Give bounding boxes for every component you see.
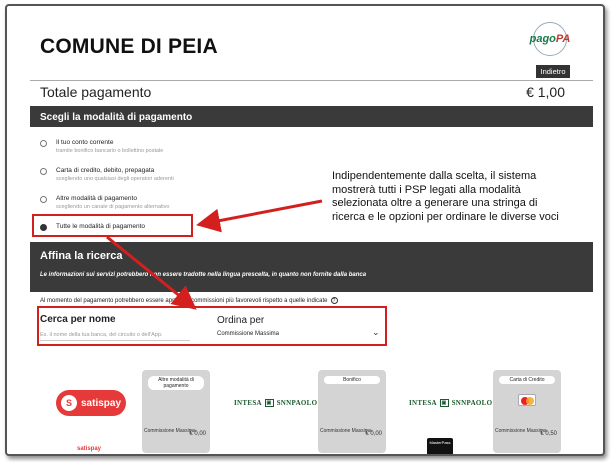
commission-notice: Al momento del pagamento potrebbero esse…	[40, 297, 338, 304]
satispay-icon: S	[61, 395, 77, 411]
refine-search-header: Affina la ricerca Le informazioni sui se…	[30, 242, 593, 292]
card-fee: € 0,50	[540, 431, 557, 437]
masterpass-logo: MasterPass	[427, 438, 453, 454]
divider	[30, 80, 593, 81]
payment-page: COMUNE DI PEIA pago PA Indietro Totale pa…	[30, 18, 593, 454]
card-fee: € 0,00	[365, 431, 382, 437]
card-title: Carta di Credito	[499, 376, 555, 384]
radio-button[interactable]	[40, 196, 47, 203]
total-label: Totale pagamento	[40, 84, 152, 100]
satispay-small-logo: satispay	[77, 446, 102, 452]
highlight-box-search	[37, 306, 387, 346]
logo-text-pa: PA	[555, 33, 571, 45]
pagopa-logo: pago PA	[529, 22, 571, 56]
option-label: Altre modalità di pagamento	[56, 195, 137, 202]
card-title: Bonifico	[324, 376, 380, 384]
card-commission: Commissione Massima	[144, 428, 196, 434]
card-title: Altre modalità di pagamento	[148, 376, 204, 390]
provider-card[interactable]: Carta di Credito Commissione Massima € 0…	[493, 370, 561, 453]
provider-card[interactable]: Altre modalità di pagamento Commissione …	[142, 370, 210, 453]
logo-text-pago: pago	[529, 33, 556, 45]
card-fee: € 0,00	[189, 431, 206, 437]
radio-button[interactable]	[40, 168, 47, 175]
screenshot-frame: COMUNE DI PEIA pago PA Indietro Totale pa…	[5, 4, 605, 456]
refine-title: Affina la ricerca	[40, 250, 123, 262]
option-description: scegliendo un canale di pagamento altern…	[56, 204, 170, 210]
option-description: tramite bonifico bancario o bollettino p…	[56, 148, 164, 154]
page-title: COMUNE DI PEIA	[40, 35, 218, 58]
option-label: Il tuo conto corrente	[56, 139, 114, 146]
provider-card[interactable]: Bonifico Commissione Massima € 0,00	[318, 370, 386, 453]
highlight-box-option	[32, 214, 193, 237]
total-amount: € 1,00	[526, 84, 565, 100]
translation-note: Le informazioni sui servizi potrebbero n…	[40, 272, 367, 278]
card-commission: Commissione Massima	[495, 428, 547, 434]
intesa-logo[interactable]: INTESA ▣ SNNPAOLO	[409, 399, 492, 408]
help-icon[interactable]: ?	[330, 297, 338, 304]
mastercard-icon	[518, 394, 536, 406]
notice-text: Al momento del pagamento potrebbero esse…	[40, 298, 328, 305]
callout-annotation: Indipendentemente dalla scelta, il siste…	[332, 170, 559, 223]
option-label: Carta di credito, debito, prepagata	[56, 167, 155, 174]
card-commission: Commissione Massima	[320, 428, 372, 434]
intesa-logo[interactable]: INTESA ▣ SNNPAOLO	[234, 399, 317, 408]
radio-button[interactable]	[40, 140, 47, 147]
option-description: scegliendo uno qualsiasi degli operatori…	[56, 176, 174, 182]
satispay-logo[interactable]: Ssatispay	[56, 390, 126, 416]
back-button[interactable]: Indietro	[536, 65, 570, 78]
satispay-logo-text: satispay	[81, 397, 122, 409]
payment-method-header: Scegli la modalità di pagamento	[30, 106, 593, 127]
